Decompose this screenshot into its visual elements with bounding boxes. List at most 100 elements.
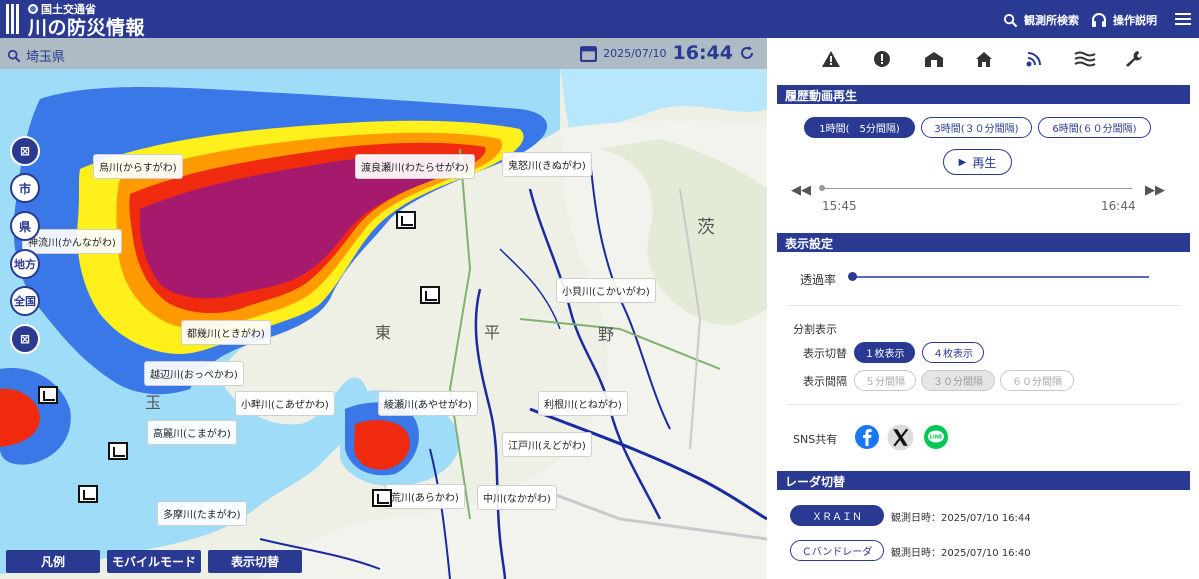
gauge-station-icon[interactable]	[372, 489, 392, 507]
river-label[interactable]: 小貝川(こかいがわ)	[556, 278, 656, 303]
river-label[interactable]: 利根川(とねがわ)	[538, 391, 628, 416]
gauge-station-icon[interactable]	[420, 286, 440, 304]
opacity-handle[interactable]	[848, 272, 857, 281]
xrain-observed-time: 観測日時：2025/07/10 16:44	[891, 513, 1031, 524]
place-label: 野	[598, 325, 615, 344]
date-text: 2025/07/10	[603, 46, 667, 60]
river-label[interactable]: 多摩川(たまがわ)	[157, 501, 247, 526]
x-icon[interactable]	[887, 424, 914, 451]
play-icon: ▶	[958, 156, 967, 168]
xrain-button[interactable]: ＸＲＡＩＮ	[790, 505, 884, 526]
menu-icon[interactable]	[1175, 13, 1191, 25]
app-title[interactable]: 川の防災情報	[28, 13, 145, 40]
station-search-label: 観測所検索	[1024, 14, 1079, 27]
display-switch-label: 表示切替	[803, 347, 847, 360]
place-label: 東	[375, 323, 392, 342]
place-label: 玉	[145, 393, 162, 412]
river-label[interactable]: 烏川(からすがわ)	[93, 154, 183, 179]
road-line-1	[448, 148, 472, 520]
side-panel: 履歴動画再生 1時間( 5分間隔) 3時間(３０分間隔) 6時間(６０分間隔) …	[767, 38, 1199, 579]
tool-icon-row	[767, 48, 1199, 84]
river-label[interactable]: 綾瀬川(あやせがわ)	[378, 391, 478, 416]
warning-icon[interactable]	[813, 50, 849, 71]
gauge-station-icon[interactable]	[78, 485, 98, 503]
river-label[interactable]: 渡良瀬川(わたらせがわ)	[355, 154, 475, 179]
flood-icon[interactable]	[1067, 50, 1103, 71]
timeline-start: 15:45	[822, 199, 857, 213]
quad-view-button[interactable]: ４枚表示	[922, 342, 984, 363]
line-icon[interactable]: LINE	[923, 424, 949, 450]
gauge-station-icon[interactable]	[38, 386, 58, 404]
single-view-button[interactable]: １枚表示	[854, 342, 915, 363]
logo-icon	[6, 4, 20, 34]
history-section-title: 履歴動画再生	[777, 85, 1190, 104]
search-icon	[7, 49, 21, 62]
refresh-icon[interactable]	[739, 45, 755, 61]
river-label[interactable]: 都幾川(ときがわ)	[181, 320, 271, 345]
time-text: 16:44	[672, 42, 733, 64]
cband-radar-button[interactable]: Ｃバンドレーダ	[790, 540, 884, 561]
divider	[787, 305, 1179, 306]
timeline-end: 16:44	[1101, 199, 1136, 213]
help-button[interactable]: 操作説明	[1091, 12, 1157, 28]
cband-observed-time: 観測日時：2025/07/10 16:40	[891, 548, 1031, 559]
alert-icon[interactable]	[864, 50, 900, 71]
home-icon[interactable]	[966, 50, 1002, 71]
river-label[interactable]: 江戸川(えどがわ)	[502, 432, 592, 457]
prefecture-selector[interactable]: 埼玉県	[7, 46, 65, 65]
map-topbar: 埼玉県 2025/07/10 16:44	[0, 38, 767, 69]
sns-share-label: SNS共有	[793, 433, 838, 446]
interval-5min-button[interactable]: ５分間隔	[854, 370, 916, 391]
rewind-icon[interactable]: ◀◀	[791, 183, 811, 198]
gauge-station-icon[interactable]	[396, 211, 416, 229]
scale-button-city[interactable]: 市	[10, 173, 40, 203]
mobile-mode-button[interactable]: モバイルモード	[107, 550, 201, 573]
station-search-button[interactable]: 観測所検索	[1003, 12, 1079, 28]
river-label[interactable]: 越辺川(おっぺかわ)	[144, 361, 244, 386]
facebook-icon[interactable]	[854, 424, 880, 450]
place-label: 平	[484, 323, 501, 342]
scale-button-prefecture[interactable]: 県	[10, 211, 40, 241]
timeline-handle[interactable]	[819, 185, 825, 191]
gauge-station-icon[interactable]	[108, 442, 128, 460]
radar-map[interactable]: 茨 東 平 野 玉 烏川(からすがわ) 渡良瀬川(わたらせがわ) 鬼怒川(きぬが…	[0, 69, 767, 579]
interval-60min-button[interactable]: ６０分間隔	[1000, 370, 1074, 391]
prefecture-name: 埼玉県	[26, 50, 66, 65]
legend-button[interactable]: 凡例	[6, 550, 100, 573]
place-label: 茨	[697, 217, 715, 238]
app-header: 国土交通省 川の防災情報 観測所検索 操作説明	[0, 0, 1199, 40]
zoom-toggle-icon[interactable]: ⊠	[10, 136, 40, 166]
scale-button-national[interactable]: 全国	[10, 286, 40, 316]
radar-icon[interactable]	[1017, 50, 1053, 71]
river-label[interactable]: 鬼怒川(きぬがわ)	[502, 152, 592, 177]
play-label: 再生	[972, 155, 997, 170]
display-switch-button[interactable]: 表示切替	[208, 550, 302, 573]
history-option-3h[interactable]: 3時間(３０分間隔)	[921, 117, 1032, 138]
scale-button-region[interactable]: 地方	[10, 249, 40, 279]
history-option-1h[interactable]: 1時間( 5分間隔)	[804, 117, 915, 138]
fast-forward-icon[interactable]: ▶▶	[1145, 183, 1165, 198]
search-icon	[1003, 13, 1018, 27]
river-label[interactable]: 中川(なかがわ)	[477, 485, 557, 510]
split-display-label: 分割表示	[793, 323, 837, 336]
river-label[interactable]: 荒川(あらかわ)	[385, 484, 465, 509]
river-label[interactable]: 高麗川(こまがわ)	[147, 420, 237, 445]
interval-label: 表示間隔	[803, 375, 847, 388]
opacity-slider[interactable]	[850, 276, 1149, 278]
datetime-display: 2025/07/10 16:44	[580, 42, 755, 64]
station-icon[interactable]	[916, 50, 952, 71]
divider	[787, 404, 1179, 405]
timeline-slider[interactable]	[822, 188, 1132, 189]
svg-text:LINE: LINE	[930, 435, 943, 441]
river-label[interactable]: 小畔川(こあぜかわ)	[235, 391, 335, 416]
play-button[interactable]: ▶ 再生	[943, 149, 1012, 175]
river-line-minor	[499, 248, 561, 330]
zoom-toggle-icon[interactable]: ⊠	[10, 324, 40, 354]
radar-section-title: レーダ切替	[777, 471, 1190, 490]
opacity-label: 透過率	[800, 273, 837, 287]
history-option-6h[interactable]: 6時間(６０分間隔)	[1038, 117, 1151, 138]
headset-icon	[1092, 13, 1106, 27]
interval-30min-button[interactable]: ３０分間隔	[921, 370, 995, 391]
wrench-icon[interactable]	[1117, 50, 1153, 71]
calendar-icon[interactable]	[580, 45, 598, 62]
